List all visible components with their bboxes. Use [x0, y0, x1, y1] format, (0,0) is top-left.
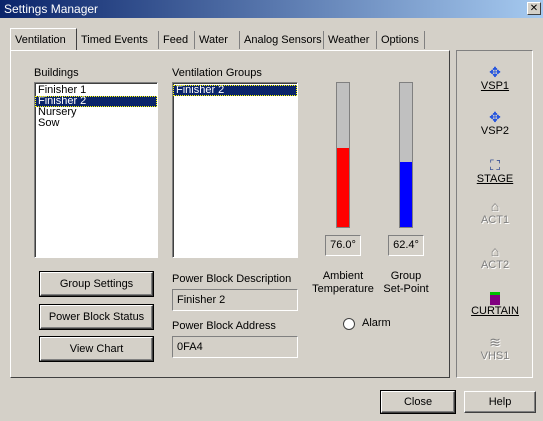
- device-label: CURTAIN: [471, 305, 519, 317]
- actuator-icon: ⌂: [490, 198, 500, 214]
- window-title: Settings Manager: [4, 2, 99, 16]
- power-block-description-field: Finisher 2: [172, 289, 298, 311]
- group-setpoint-gauge: [399, 82, 413, 228]
- device-act1: ⌂ ACT1: [465, 198, 525, 226]
- curtain-icon: [465, 289, 525, 305]
- list-item[interactable]: Sow: [35, 118, 157, 129]
- stage-icon: ⛶: [490, 157, 500, 173]
- ambient-temperature-fill: [337, 147, 349, 227]
- fan-icon: ✥: [489, 109, 501, 125]
- tab-timed-events[interactable]: Timed Events: [77, 31, 159, 49]
- device-curtain[interactable]: CURTAIN: [465, 289, 525, 317]
- tab-feed[interactable]: Feed: [159, 31, 195, 49]
- ambient-temperature-gauge: [336, 82, 350, 228]
- device-label: STAGE: [476, 173, 514, 185]
- device-label: VSP2: [480, 125, 510, 137]
- device-label: ACT2: [480, 259, 510, 271]
- alarm-radio[interactable]: [343, 318, 355, 330]
- ambient-temperature-value: 76.0°: [325, 235, 361, 256]
- alarm-label: Alarm: [362, 317, 391, 329]
- ventilation-groups-list[interactable]: Finisher 2: [172, 82, 298, 258]
- tab-options[interactable]: Options: [377, 31, 425, 49]
- close-icon[interactable]: ✕: [527, 2, 541, 15]
- close-button[interactable]: Close: [380, 390, 456, 414]
- group-setpoint-value: 62.4°: [388, 235, 424, 256]
- device-vsp2[interactable]: ✥ VSP2: [465, 109, 525, 137]
- ambient-temperature-label: Ambient Temperature: [312, 270, 374, 295]
- device-vhs1: ≋ VHS1: [465, 334, 525, 362]
- help-button[interactable]: Help: [464, 391, 536, 413]
- power-block-address-label: Power Block Address: [172, 320, 276, 332]
- fan-icon: ✥: [489, 64, 501, 80]
- buildings-list[interactable]: Finisher 1 Finisher 2 Nursery Sow: [34, 82, 158, 258]
- device-label: VHS1: [480, 350, 510, 362]
- power-block-description-label: Power Block Description: [172, 273, 292, 285]
- power-block-status-button[interactable]: Power Block Status: [39, 304, 154, 330]
- group-setpoint-fill: [400, 162, 412, 227]
- device-vsp1[interactable]: ✥ VSP1: [465, 64, 525, 92]
- ventilation-groups-label: Ventilation Groups: [172, 67, 262, 79]
- tab-water[interactable]: Water: [195, 31, 240, 49]
- tab-weather[interactable]: Weather: [324, 31, 377, 49]
- tab-ventilation[interactable]: Ventilation: [10, 28, 77, 50]
- heater-icon: ≋: [489, 334, 501, 350]
- device-act2: ⌂ ACT2: [465, 243, 525, 271]
- buildings-label: Buildings: [34, 67, 79, 79]
- group-setpoint-label: Group Set-Point: [383, 270, 429, 295]
- group-settings-button[interactable]: Group Settings: [39, 271, 154, 297]
- view-chart-button[interactable]: View Chart: [39, 336, 154, 362]
- device-stage[interactable]: ⛶ STAGE: [465, 157, 525, 185]
- tab-analog-sensors[interactable]: Analog Sensors: [240, 31, 324, 49]
- actuator-icon: ⌂: [490, 243, 500, 259]
- device-label: VSP1: [480, 80, 510, 92]
- device-label: ACT1: [480, 214, 510, 226]
- list-item[interactable]: Finisher 2: [173, 85, 297, 96]
- power-block-address-field: 0FA4: [172, 336, 298, 358]
